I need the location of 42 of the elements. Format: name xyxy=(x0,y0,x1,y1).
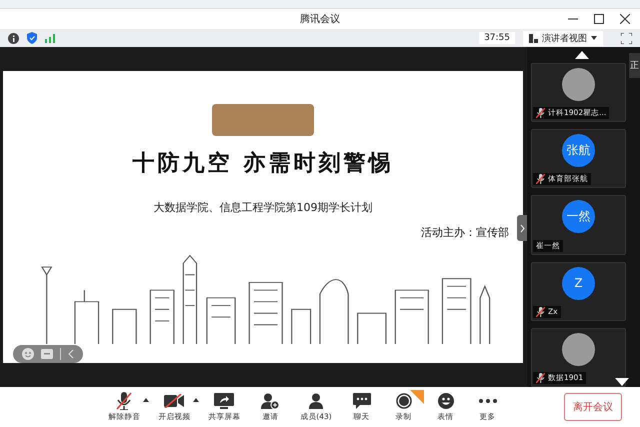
caret-up-icon xyxy=(143,398,150,402)
photo-placeholder xyxy=(562,68,595,101)
meeting-timer: 37:55 xyxy=(479,32,515,44)
view-dropdown[interactable]: 演讲者视图 xyxy=(523,30,603,46)
mic-muted-icon xyxy=(116,392,132,410)
more-icon xyxy=(478,399,497,403)
participant-avatar: 张航 xyxy=(562,134,595,168)
info-icon[interactable] xyxy=(8,32,19,44)
camera-off-icon xyxy=(164,394,184,408)
layout-icon xyxy=(529,34,538,42)
new-badge-icon xyxy=(410,390,424,404)
maximize-icon[interactable] xyxy=(594,14,604,24)
screen-share-icon xyxy=(214,393,234,409)
record-icon xyxy=(396,393,412,409)
expand-panel-button[interactable] xyxy=(517,215,527,241)
slide-title: 十防九空 亦需时刻警惕 xyxy=(132,149,394,178)
mic-muted-icon xyxy=(536,108,545,118)
emoji-icon[interactable] xyxy=(22,348,34,360)
smiley-icon xyxy=(438,393,454,409)
side-tab[interactable]: 正 xyxy=(629,53,640,78)
caret-up-icon xyxy=(193,398,200,402)
mic-muted-icon xyxy=(536,306,545,317)
shield-icon[interactable] xyxy=(27,32,37,44)
mic-muted-icon xyxy=(536,373,545,384)
fullscreen-icon[interactable] xyxy=(621,32,632,44)
mic-muted-icon xyxy=(536,174,545,184)
participant-avatar: 一然 xyxy=(562,200,595,234)
scroll-up-icon[interactable] xyxy=(575,51,589,59)
add-person-icon xyxy=(261,393,280,409)
chat-icon[interactable] xyxy=(41,349,53,359)
close-icon[interactable] xyxy=(620,14,630,24)
window-title: 腾讯会议 xyxy=(300,12,340,26)
organizer-text: 活动主办：宣传部 xyxy=(421,225,509,240)
chevron-right-icon xyxy=(520,224,524,232)
person-icon xyxy=(307,393,325,409)
photo-placeholder xyxy=(562,332,595,366)
participant-avatar: Z xyxy=(562,266,595,300)
leave-meeting-button[interactable]: 离开会议 xyxy=(564,393,622,421)
chat-bubble-icon xyxy=(352,393,371,409)
chevron-left-icon[interactable] xyxy=(68,349,74,359)
slide-subtitle: 大数据学院、信息工程学院第109期学长计划 xyxy=(154,200,372,215)
caret-icon xyxy=(591,36,597,40)
